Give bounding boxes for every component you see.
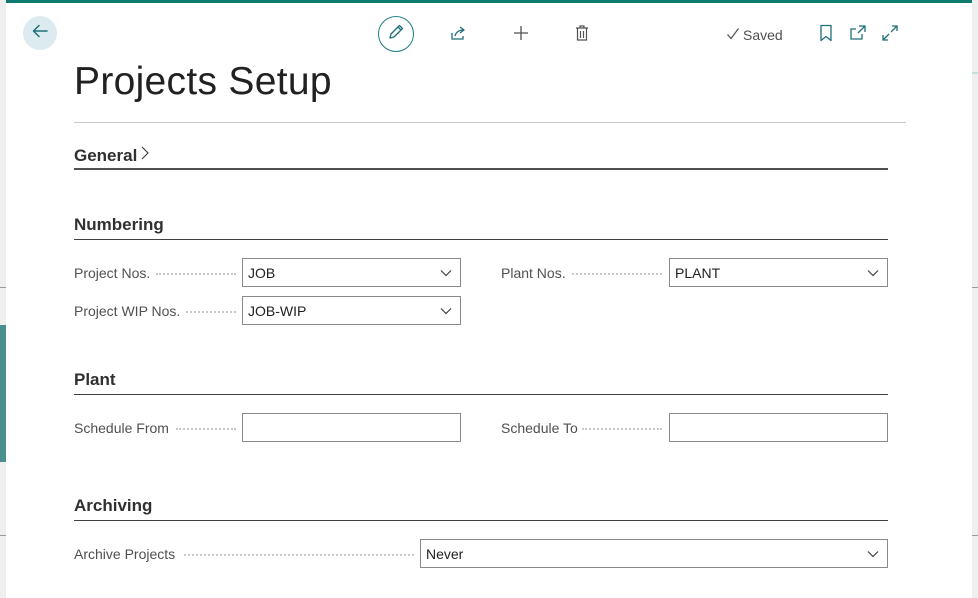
section-numbering-title: Numbering xyxy=(74,215,164,234)
title-divider xyxy=(74,122,906,123)
background-divider xyxy=(0,535,6,536)
chevron-down-icon[interactable] xyxy=(432,297,460,324)
archive-projects-field[interactable]: Never xyxy=(420,539,888,568)
section-general-title: General xyxy=(74,145,138,165)
section-archiving-title: Archiving xyxy=(74,496,153,515)
schedule-to-label: Schedule To xyxy=(501,420,578,436)
open-new-window-icon xyxy=(849,24,867,47)
app-top-accent-bar xyxy=(0,0,978,3)
plant-nos-field[interactable]: PLANT xyxy=(669,258,888,287)
schedule-from-field[interactable] xyxy=(242,413,461,442)
project-nos-field[interactable]: JOB xyxy=(242,258,461,287)
back-arrow-icon xyxy=(31,22,49,45)
chevron-right-icon xyxy=(140,145,150,166)
section-archiving-divider xyxy=(74,520,888,521)
background-divider xyxy=(0,287,6,288)
leader-dots xyxy=(186,311,236,313)
project-nos-label: Project Nos. xyxy=(74,265,151,281)
expand-icon xyxy=(881,24,899,47)
leader-dots xyxy=(156,273,236,275)
background-accent-tick xyxy=(972,72,978,74)
plant-nos-label: Plant Nos. xyxy=(501,265,566,281)
section-general-divider xyxy=(74,168,888,170)
leader-dots xyxy=(184,554,414,556)
project-wip-nos-label: Project WIP Nos. xyxy=(74,303,181,319)
chevron-down-icon[interactable] xyxy=(859,259,887,286)
leader-dots xyxy=(176,428,236,430)
project-nos-value: JOB xyxy=(248,264,276,281)
checkmark-icon xyxy=(726,27,740,44)
leader-dots xyxy=(572,273,662,275)
bookmark-button[interactable] xyxy=(815,23,837,47)
archive-projects-value: Never xyxy=(426,545,464,562)
plus-icon xyxy=(512,24,530,47)
background-page-left xyxy=(0,0,6,598)
chevron-down-icon[interactable] xyxy=(859,540,887,567)
background-divider xyxy=(972,535,978,536)
back-button[interactable] xyxy=(23,16,57,50)
schedule-from-label: Schedule From xyxy=(74,420,169,436)
project-wip-nos-value: JOB-WIP xyxy=(248,302,307,319)
saved-status: Saved xyxy=(726,26,783,44)
trash-icon xyxy=(574,24,590,47)
expand-button[interactable] xyxy=(878,23,902,47)
archive-projects-label: Archive Projects xyxy=(74,546,176,562)
saved-label: Saved xyxy=(743,27,783,43)
delete-button[interactable] xyxy=(570,23,594,47)
background-divider xyxy=(972,287,978,288)
bookmark-icon xyxy=(819,24,833,47)
section-numbering-divider xyxy=(74,239,888,240)
section-general-header[interactable]: General xyxy=(74,145,150,166)
project-wip-nos-field[interactable]: JOB-WIP xyxy=(242,296,461,325)
pencil-icon xyxy=(387,23,405,46)
leader-dots xyxy=(582,428,662,430)
background-selected-block xyxy=(0,325,6,462)
open-new-window-button[interactable] xyxy=(846,23,870,47)
plant-nos-value: PLANT xyxy=(675,264,721,281)
edit-button[interactable] xyxy=(378,16,414,52)
share-icon xyxy=(449,24,467,47)
section-plant-title: Plant xyxy=(74,370,116,389)
share-button[interactable] xyxy=(446,23,470,47)
section-plant-divider xyxy=(74,394,888,395)
schedule-to-field[interactable] xyxy=(669,413,888,442)
background-page-right xyxy=(972,0,978,598)
chevron-down-icon[interactable] xyxy=(432,259,460,286)
page-title: Projects Setup xyxy=(74,60,332,103)
new-button[interactable] xyxy=(509,23,533,47)
